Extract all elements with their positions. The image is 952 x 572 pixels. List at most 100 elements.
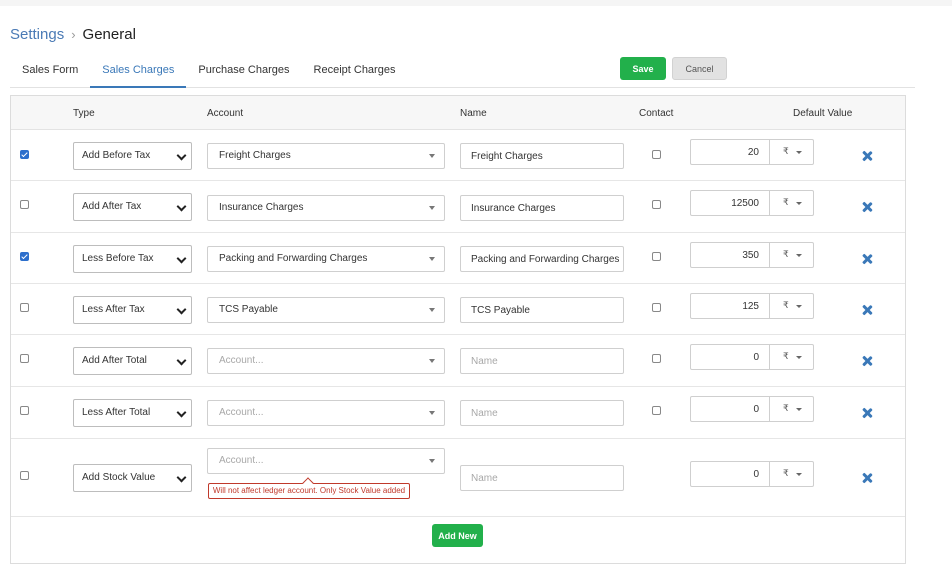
account-combobox[interactable]: Account... (207, 400, 445, 426)
name-input[interactable] (460, 246, 624, 272)
caret-down-icon (429, 308, 435, 312)
name-input[interactable] (460, 143, 624, 169)
delete-row-icon[interactable] (862, 473, 872, 483)
contact-checkbox[interactable] (652, 252, 661, 261)
name-input[interactable] (460, 195, 624, 221)
tab-sales-charges[interactable]: Sales Charges (90, 58, 187, 88)
save-button[interactable]: Save (620, 57, 666, 80)
row-select-checkbox[interactable] (20, 150, 29, 159)
delete-row-icon[interactable] (862, 254, 872, 264)
default-value-group: ₹ (690, 242, 814, 268)
delete-row-icon[interactable] (862, 151, 872, 161)
default-value-group: ₹ (690, 461, 814, 487)
default-value-input[interactable] (691, 191, 770, 215)
caret-down-icon (429, 206, 435, 210)
caret-down-icon (796, 151, 802, 154)
contact-checkbox[interactable] (652, 303, 661, 312)
name-input[interactable] (460, 297, 624, 323)
chevron-right-icon: › (71, 26, 76, 42)
default-value-input[interactable] (691, 397, 770, 421)
tab-purchase-charges[interactable]: Purchase Charges (186, 58, 301, 88)
column-header-name: Name (460, 108, 487, 119)
charge-type-value: Add After Total (82, 355, 147, 366)
account-value: TCS Payable (219, 304, 278, 315)
delete-row-icon[interactable] (862, 408, 872, 418)
caret-down-icon (429, 459, 435, 463)
table-row: Less Before Tax Packing and Forwarding C… (11, 233, 905, 284)
contact-checkbox[interactable] (652, 354, 661, 363)
column-header-type: Type (73, 108, 95, 119)
default-value-input[interactable] (691, 243, 770, 267)
delete-row-icon[interactable] (862, 202, 872, 212)
currency-selector[interactable]: ₹ (783, 468, 789, 479)
account-placeholder: Account... (219, 455, 264, 466)
name-input[interactable] (460, 400, 624, 426)
tab-sales-form[interactable]: Sales Form (10, 58, 90, 88)
charge-type-select[interactable]: Less After Total (73, 399, 192, 427)
charge-type-select[interactable]: Add Before Tax (73, 142, 192, 170)
charge-type-select[interactable]: Add Stock Value (73, 464, 192, 492)
tab-bar: Sales Form Sales Charges Purchase Charge… (10, 58, 915, 88)
top-strip (0, 0, 952, 6)
tab-receipt-charges[interactable]: Receipt Charges (302, 58, 408, 88)
chevron-down-icon (176, 472, 187, 483)
charge-type-value: Add Before Tax (82, 150, 151, 161)
cancel-button[interactable]: Cancel (672, 57, 727, 80)
account-combobox[interactable]: Insurance Charges (207, 195, 445, 221)
row-select-checkbox[interactable] (20, 252, 29, 261)
contact-checkbox[interactable] (652, 406, 661, 415)
account-value: Packing and Forwarding Charges (219, 253, 368, 264)
row-select-checkbox[interactable] (20, 200, 29, 209)
table-row: Add Before Tax Freight Charges ₹ (11, 130, 905, 181)
table-row: Add Stock Value Account... ₹ (11, 439, 905, 517)
row-select-checkbox[interactable] (20, 406, 29, 415)
add-new-button[interactable]: Add New (432, 524, 483, 547)
account-combobox[interactable]: Packing and Forwarding Charges (207, 246, 445, 272)
currency-selector[interactable]: ₹ (783, 351, 789, 362)
row-select-checkbox[interactable] (20, 303, 29, 312)
default-value-input[interactable] (691, 140, 770, 164)
account-combobox[interactable]: Account... (207, 348, 445, 374)
default-value-group: ₹ (690, 396, 814, 422)
delete-row-icon[interactable] (862, 305, 872, 315)
delete-row-icon[interactable] (862, 356, 872, 366)
caret-down-icon (796, 473, 802, 476)
caret-down-icon (796, 356, 802, 359)
charge-type-select[interactable]: Less Before Tax (73, 245, 192, 273)
table-row: Less After Tax TCS Payable ₹ (11, 284, 905, 335)
charge-type-select[interactable]: Add After Total (73, 347, 192, 375)
caret-down-icon (429, 411, 435, 415)
row-select-checkbox[interactable] (20, 471, 29, 480)
contact-checkbox[interactable] (652, 200, 661, 209)
charge-type-select[interactable]: Add After Tax (73, 193, 192, 221)
charge-type-value: Add After Tax (82, 201, 142, 212)
chevron-down-icon (176, 253, 187, 264)
account-combobox[interactable]: TCS Payable (207, 297, 445, 323)
row-select-checkbox[interactable] (20, 354, 29, 363)
account-placeholder: Account... (219, 407, 264, 418)
currency-selector[interactable]: ₹ (783, 146, 789, 157)
name-input[interactable] (460, 348, 624, 374)
currency-selector[interactable]: ₹ (783, 403, 789, 414)
caret-down-icon (796, 305, 802, 308)
caret-down-icon (796, 408, 802, 411)
account-placeholder: Account... (219, 355, 264, 366)
charge-type-select[interactable]: Less After Tax (73, 296, 192, 324)
currency-selector[interactable]: ₹ (783, 197, 789, 208)
name-input[interactable] (460, 465, 624, 491)
currency-selector[interactable]: ₹ (783, 249, 789, 260)
default-value-input[interactable] (691, 462, 770, 486)
table-row: Add After Tax Insurance Charges ₹ (11, 181, 905, 233)
default-value-input[interactable] (691, 345, 770, 369)
chevron-down-icon (176, 150, 187, 161)
default-value-input[interactable] (691, 294, 770, 318)
caret-down-icon (796, 254, 802, 257)
contact-checkbox[interactable] (652, 150, 661, 159)
account-combobox[interactable]: Freight Charges (207, 143, 445, 169)
caret-down-icon (429, 154, 435, 158)
chevron-down-icon (176, 407, 187, 418)
breadcrumb-settings-link[interactable]: Settings (10, 26, 64, 43)
account-combobox[interactable]: Account... (207, 448, 445, 474)
currency-selector[interactable]: ₹ (783, 300, 789, 311)
chevron-down-icon (176, 304, 187, 315)
